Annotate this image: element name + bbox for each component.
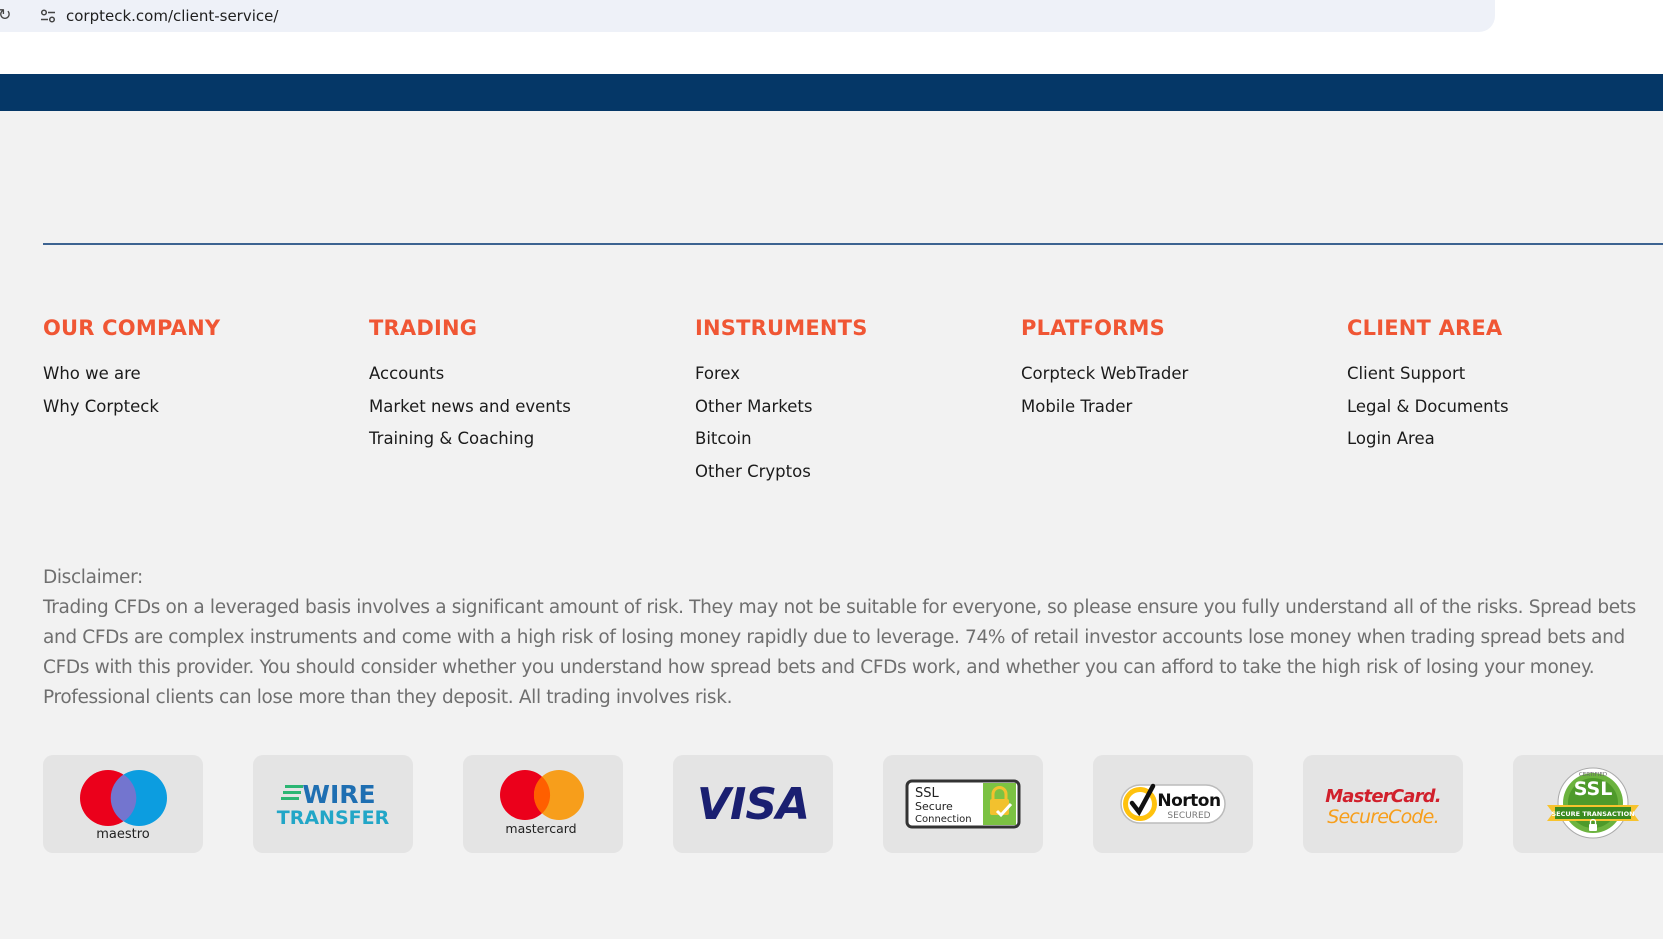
payment-badges: maestro WIRE TRANSFER mastercard VISA SS…	[43, 755, 1663, 853]
ssl-secure-badge: SSL Secure Connection	[883, 755, 1043, 853]
securecode-line-1: MasterCard.	[1325, 786, 1441, 807]
norton-badge: Norton SECURED	[1093, 755, 1253, 853]
footer-column-instruments: INSTRUMENTS Forex Other Markets Bitcoin …	[695, 314, 868, 493]
footer-link-client-support[interactable]: Client Support	[1347, 363, 1509, 396]
disclaimer-text: Trading CFDs on a leveraged basis involv…	[43, 597, 1636, 708]
site-footer: OUR COMPANY Who we are Why Corpteck TRAD…	[0, 111, 1663, 939]
transfer-word: TRANSFER	[277, 807, 390, 829]
column-title: TRADING	[369, 316, 478, 340]
mastercard-logo-icon: mastercard	[500, 770, 584, 836]
ssl-cert-top: CERTIFIED	[1579, 772, 1607, 778]
mastercard-wordmark: mastercard	[505, 821, 576, 836]
footer-link-who-we-are[interactable]: Who we are	[43, 363, 220, 396]
disclaimer: Disclaimer: Trading CFDs on a leveraged …	[43, 563, 1663, 713]
mastercard-securecode-logo-icon: MasterCard. SecureCode.	[1325, 786, 1441, 828]
footer-link-training[interactable]: Training & Coaching	[369, 428, 571, 461]
footer-link-legal-documents[interactable]: Legal & Documents	[1347, 396, 1509, 429]
ssl-certified-badge: SSL CERTIFIED SECURE TRANSACTION	[1513, 755, 1663, 853]
footer-link-bitcoin[interactable]: Bitcoin	[695, 428, 868, 461]
ssl-cert-ribbon: SECURE TRANSACTION	[1551, 810, 1634, 818]
column-title: CLIENT AREA	[1347, 316, 1503, 340]
securecode-line-2: SecureCode.	[1327, 806, 1439, 828]
url-text[interactable]: corpteck.com/client-service/	[66, 7, 278, 25]
wire-word: WIRE	[302, 780, 375, 809]
footer-column-our-company: OUR COMPANY Who we are Why Corpteck	[43, 314, 220, 428]
footer-link-webtrader[interactable]: Corpteck WebTrader	[1021, 363, 1188, 396]
ssl-line-2: Secure	[915, 800, 953, 813]
footer-column-platforms: PLATFORMS Corpteck WebTrader Mobile Trad…	[1021, 314, 1188, 428]
footer-link-other-cryptos[interactable]: Other Cryptos	[695, 461, 868, 494]
browser-chrome: ↻ corpteck.com/client-service/	[0, 0, 1663, 74]
norton-wordmark: Norton	[1157, 791, 1220, 811]
ssl-line-3: Connection	[915, 814, 972, 825]
column-title: PLATFORMS	[1021, 316, 1165, 340]
column-title: OUR COMPANY	[43, 316, 221, 340]
footer-link-forex[interactable]: Forex	[695, 363, 868, 396]
visa-badge: VISA	[673, 755, 833, 853]
maestro-logo-icon: maestro	[80, 770, 167, 842]
footer-link-accounts[interactable]: Accounts	[369, 363, 571, 396]
reload-icon[interactable]: ↻	[0, 6, 14, 26]
ssl-certified-seal-icon: SSL CERTIFIED SECURE TRANSACTION	[1547, 767, 1639, 839]
mastercard-badge: mastercard	[463, 755, 623, 853]
footer-link-login-area[interactable]: Login Area	[1347, 428, 1509, 461]
address-bar[interactable]: ↻ corpteck.com/client-service/	[0, 0, 1495, 32]
footer-divider	[43, 243, 1663, 245]
wire-transfer-badge: WIRE TRANSFER	[253, 755, 413, 853]
visa-logo-icon: VISA	[697, 779, 810, 830]
ssl-lock-icon: SSL Secure Connection	[905, 779, 1021, 829]
footer-column-client-area: CLIENT AREA Client Support Legal & Docum…	[1347, 314, 1509, 461]
maestro-wordmark: maestro	[96, 827, 150, 842]
disclaimer-title: Disclaimer:	[43, 567, 143, 588]
footer-column-trading: TRADING Accounts Market news and events …	[369, 314, 571, 461]
norton-secured: SECURED	[1167, 811, 1210, 821]
footer-link-why-corpteck[interactable]: Why Corpteck	[43, 396, 220, 429]
footer-link-market-news[interactable]: Market news and events	[369, 396, 571, 429]
ssl-line-1: SSL	[915, 786, 940, 801]
maestro-badge: maestro	[43, 755, 203, 853]
visa-wordmark: VISA	[697, 779, 809, 830]
column-title: INSTRUMENTS	[695, 316, 868, 340]
footer-link-other-markets[interactable]: Other Markets	[695, 396, 868, 429]
norton-check-icon: Norton SECURED	[1120, 783, 1226, 824]
footer-link-mobile-trader[interactable]: Mobile Trader	[1021, 396, 1188, 429]
header-band	[0, 74, 1663, 111]
wire-transfer-logo-icon: WIRE TRANSFER	[277, 780, 390, 829]
mastercard-securecode-badge: MasterCard. SecureCode.	[1303, 755, 1463, 853]
site-settings-icon[interactable]	[40, 9, 56, 23]
ssl-cert-main: SSL	[1574, 778, 1613, 800]
